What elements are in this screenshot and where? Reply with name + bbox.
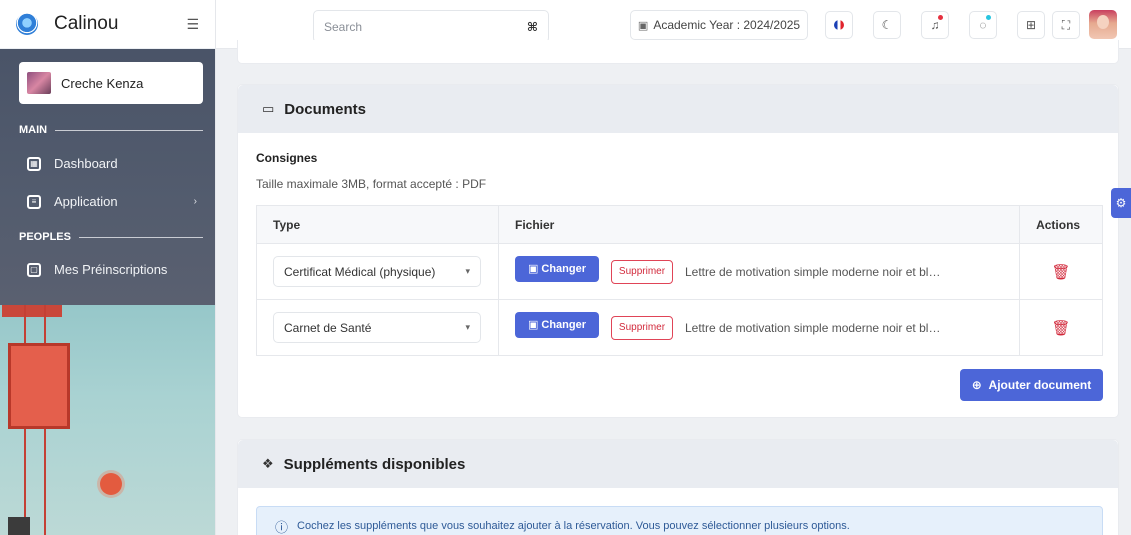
section-peoples: PEOPLES [19,231,203,243]
change-label: Changer [541,318,587,331]
supplements-info-text: Cochez les suppléments que vous souhaite… [297,520,850,532]
delete-file-button[interactable]: Supprimer [610,315,673,340]
brand: Calinou ☰ [0,0,215,49]
add-document-button[interactable]: ⊕ Ajouter document [960,369,1103,401]
sidebar-item-dashboard[interactable]: ▦ Dashboard [27,156,197,171]
apps-button[interactable]: ⊞ [1017,11,1045,39]
table-header-row: Type Fichier Actions [256,205,1103,244]
column-fichier: Fichier [497,205,1021,244]
sidebar: Calinou ☰ Creche Kenza MAIN ▦ Dashboard … [0,0,216,535]
dashboard-icon: ▦ [27,156,41,171]
file-name: Lettre de motivation simple moderne noir… [684,264,941,279]
school-switcher[interactable]: Creche Kenza [19,62,203,104]
sidebar-item-label: Mes Préinscriptions [54,262,168,277]
cube-icon: ❖ [262,456,274,471]
add-document-label: Ajouter document [988,378,1092,392]
plus-circle-icon: ⊕ [971,378,982,392]
grid-icon: ⊞ [1025,18,1037,32]
folder-icon: ▭ [262,101,275,116]
sidebar-item-preinscriptions[interactable]: ▢ Mes Préinscriptions [27,262,197,277]
consignes-text: Taille maximale 3MB, format accepté : PD… [256,177,487,191]
documents-header: ▭ Documents [238,85,1118,133]
consignes-title: Consignes [256,151,318,165]
change-file-button[interactable]: ▣ Changer [514,311,599,338]
notifications-button[interactable]: ♫ [921,11,949,39]
table-row: Carnet de Santé ▾ ▣ Changer Supprimer Let… [256,299,1103,356]
moon-icon: ☾ [881,18,893,32]
message-dot [986,15,991,20]
theme-toggle-button[interactable]: ☾ [873,11,901,39]
notification-dot [938,15,943,20]
chevron-down-icon: ▾ [465,266,470,276]
supplements-info: ⓘ Cochez les suppléments que vous souhai… [256,506,1103,535]
select-value: Carnet de Santé [284,320,372,335]
change-file-button[interactable]: ▣ Changer [514,255,599,282]
fullscreen-icon: ⛶ [1061,17,1071,32]
school-avatar [27,72,51,94]
table-row: Certificat Médical (physique) ▾ ▣ Changer… [256,243,1103,300]
chat-icon: ◌ [979,18,987,32]
language-button[interactable] [825,11,853,39]
delete-file-button[interactable]: Supprimer [610,259,673,284]
document-type-select[interactable]: Carnet de Santé ▾ [273,312,481,343]
trash-icon[interactable]: 🗑 [1019,299,1103,356]
school-name: Creche Kenza [61,75,144,91]
brand-logo [16,13,38,35]
bell-icon: ♫ [930,18,940,32]
sidebar-background-photo [0,305,215,535]
supplements-panel: ❖ Suppléments disponibles ⓘ Cochez les s… [237,439,1119,535]
academic-year-label: Academic Year : 2024/2025 [653,18,801,32]
trash-icon[interactable]: 🗑 [1019,243,1103,300]
documents-title: Documents [284,100,366,118]
select-value: Certificat Médical (physique) [284,264,436,279]
documents-table: Type Fichier Actions Certificat Médical … [256,205,1103,356]
chevron-right-icon: › [193,196,197,207]
application-icon: ≡ [27,194,41,209]
change-label: Changer [541,262,587,275]
search-input[interactable]: Search ⌘ [313,10,549,43]
menu-toggle-icon[interactable]: ☰ [186,16,199,33]
file-name: Lettre de motivation simple moderne noir… [684,320,941,335]
fullscreen-button[interactable]: ⛶ [1052,11,1080,39]
sidebar-item-label: Dashboard [54,156,118,171]
chevron-down-icon: ▾ [465,322,470,332]
sidebar-item-application[interactable]: ≡ Application › [27,194,197,209]
supplements-header: ❖ Suppléments disponibles [238,440,1118,488]
info-icon: ⓘ [275,519,289,535]
previous-panel [237,40,1119,64]
column-type: Type [256,205,499,244]
command-key-icon: ⌘ [526,19,538,34]
sidebar-item-label: Application [54,194,118,209]
preinscriptions-icon: ▢ [27,262,41,277]
search-placeholder: Search [324,19,363,34]
calendar-icon: ▣ [637,19,649,32]
academic-year-button[interactable]: ▣ Academic Year : 2024/2025 [630,10,808,40]
messages-button[interactable]: ◌ [969,11,997,39]
supplements-title: Suppléments disponibles [283,455,466,473]
flag-fr-icon [834,20,844,30]
document-type-select[interactable]: Certificat Médical (physique) ▾ [273,256,481,287]
column-actions: Actions [1019,205,1103,244]
section-main: MAIN [19,124,203,136]
user-avatar[interactable] [1089,10,1117,39]
settings-gear-icon[interactable]: ⚙ [1111,188,1131,218]
documents-panel: ▭ Documents Consignes Taille maximale 3M… [237,84,1119,418]
app-name: Calinou [54,13,119,34]
